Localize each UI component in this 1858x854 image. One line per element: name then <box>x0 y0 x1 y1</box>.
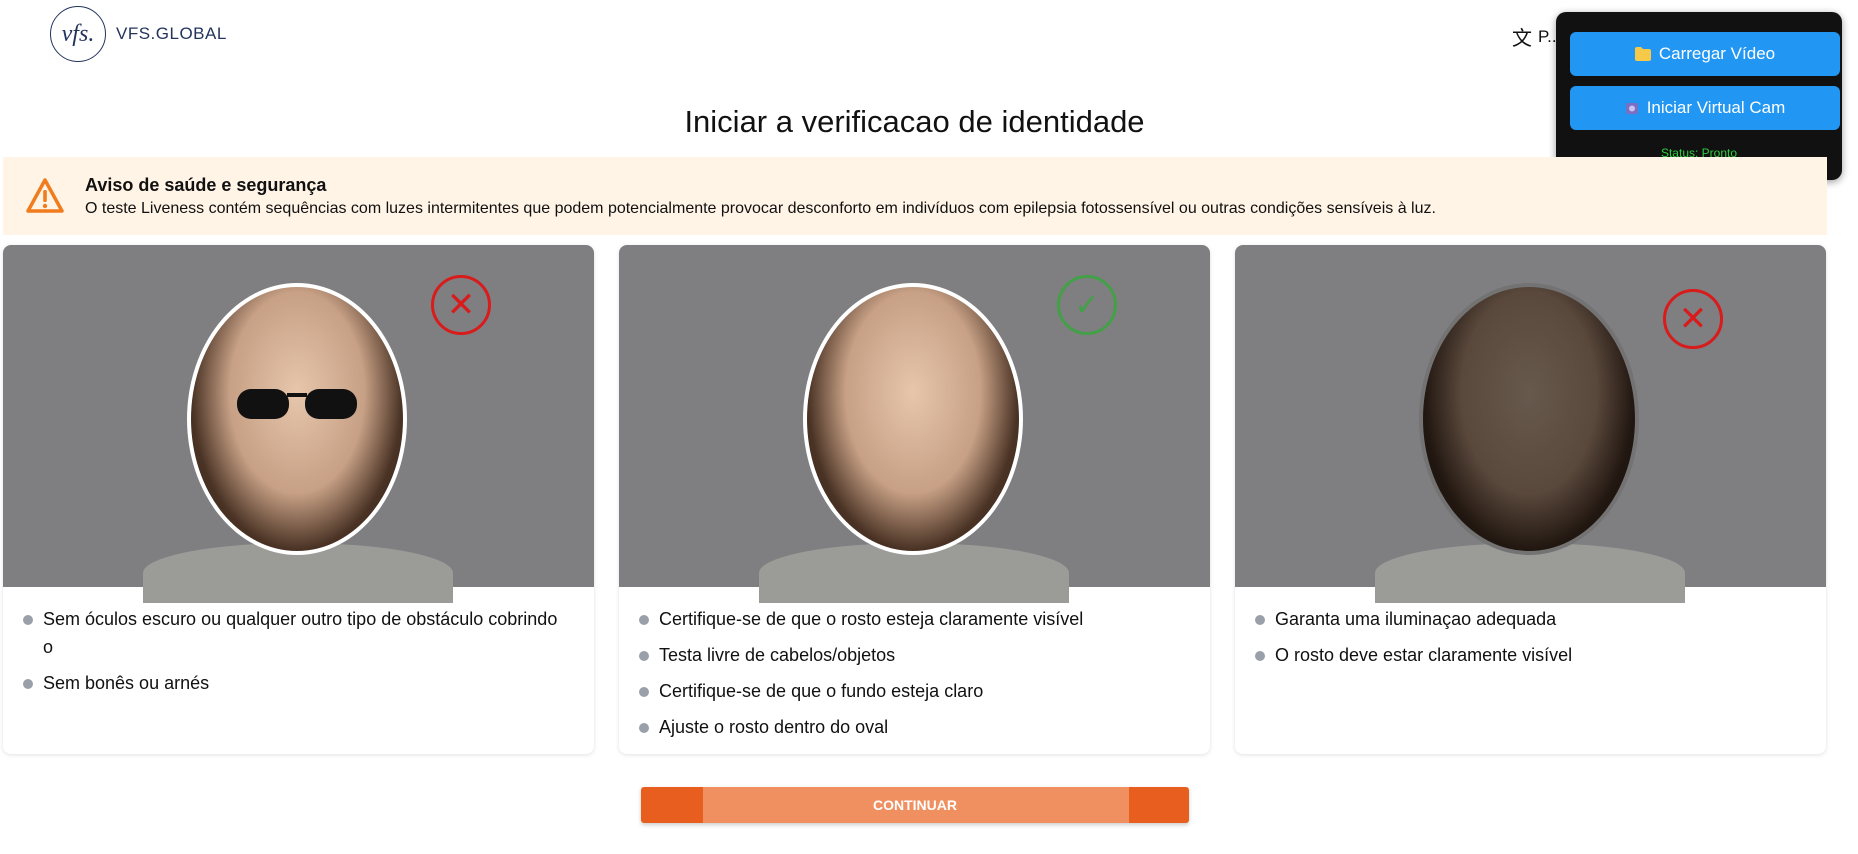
page-title: Iniciar a verificacao de identidade <box>684 104 1145 139</box>
example-image: ✓ <box>619 245 1210 603</box>
virtual-cam-panel: Carregar Vídeo Iniciar Virtual Cam Statu… <box>1556 12 1842 180</box>
check-circle-icon: ✓ <box>1057 275 1117 335</box>
warning-text: O teste Liveness contém sequências com l… <box>85 199 1436 217</box>
list-item: Certifique-se de que o rosto esteja clar… <box>637 605 1177 633</box>
face-oval <box>803 283 1023 555</box>
example-image: ✕ <box>3 245 594 603</box>
list-item: O rosto deve estar claramente visível <box>1253 641 1793 669</box>
guideline-card-correct: ✓ Certifique-se de que o rosto esteja cl… <box>619 245 1210 754</box>
warning-icon <box>26 178 64 213</box>
vfs-logo[interactable]: vfs. VFS.GLOBAL <box>50 6 227 62</box>
warning-content: Aviso de saúde e segurança O teste Liven… <box>85 175 1436 218</box>
face-oval-dark <box>1419 283 1639 555</box>
upload-video-button[interactable]: Carregar Vídeo <box>1570 32 1840 76</box>
x-circle-icon: ✕ <box>1663 289 1723 349</box>
example-image: ✕ <box>1235 245 1826 603</box>
logo-text: VFS.GLOBAL <box>116 24 227 43</box>
list-item: Sem bonês ou arnés <box>21 669 561 697</box>
list-item: Testa livre de cabelos/objetos <box>637 641 1177 669</box>
continue-label: CONTINUAR <box>873 797 957 813</box>
continue-button[interactable]: CONTINUAR <box>641 787 1189 823</box>
list-item: Garanta uma iluminaçao adequada <box>1253 605 1793 633</box>
warning-title: Aviso de saúde e segurança <box>85 174 327 195</box>
x-circle-icon: ✕ <box>431 275 491 335</box>
guideline-list: Sem óculos escuro ou qualquer outro tipo… <box>3 587 594 697</box>
list-item: Ajuste o rosto dentro do oval <box>637 713 1177 741</box>
sunglasses-icon <box>237 389 357 419</box>
language-selector[interactable]: 文 P... <box>1512 22 1561 51</box>
guideline-card-sunglasses: ✕ Sem óculos escuro ou qualquer outro ti… <box>3 245 594 754</box>
upload-video-label: Carregar Vídeo <box>1658 44 1776 63</box>
list-item: Sem óculos escuro ou qualquer outro tipo… <box>21 605 561 661</box>
translate-icon: 文 <box>1512 28 1532 50</box>
logo-mark: vfs. <box>50 6 106 62</box>
guideline-list: Certifique-se de que o rosto esteja clar… <box>619 587 1210 741</box>
list-item: Certifique-se de que o fundo esteja clar… <box>637 677 1177 705</box>
guideline-card-lighting: ✕ Garanta uma iluminaçao adequada O rost… <box>1235 245 1826 754</box>
folder-icon <box>1634 47 1651 61</box>
face-oval <box>187 283 407 555</box>
health-safety-warning: Aviso de saúde e segurança O teste Liven… <box>3 157 1827 235</box>
